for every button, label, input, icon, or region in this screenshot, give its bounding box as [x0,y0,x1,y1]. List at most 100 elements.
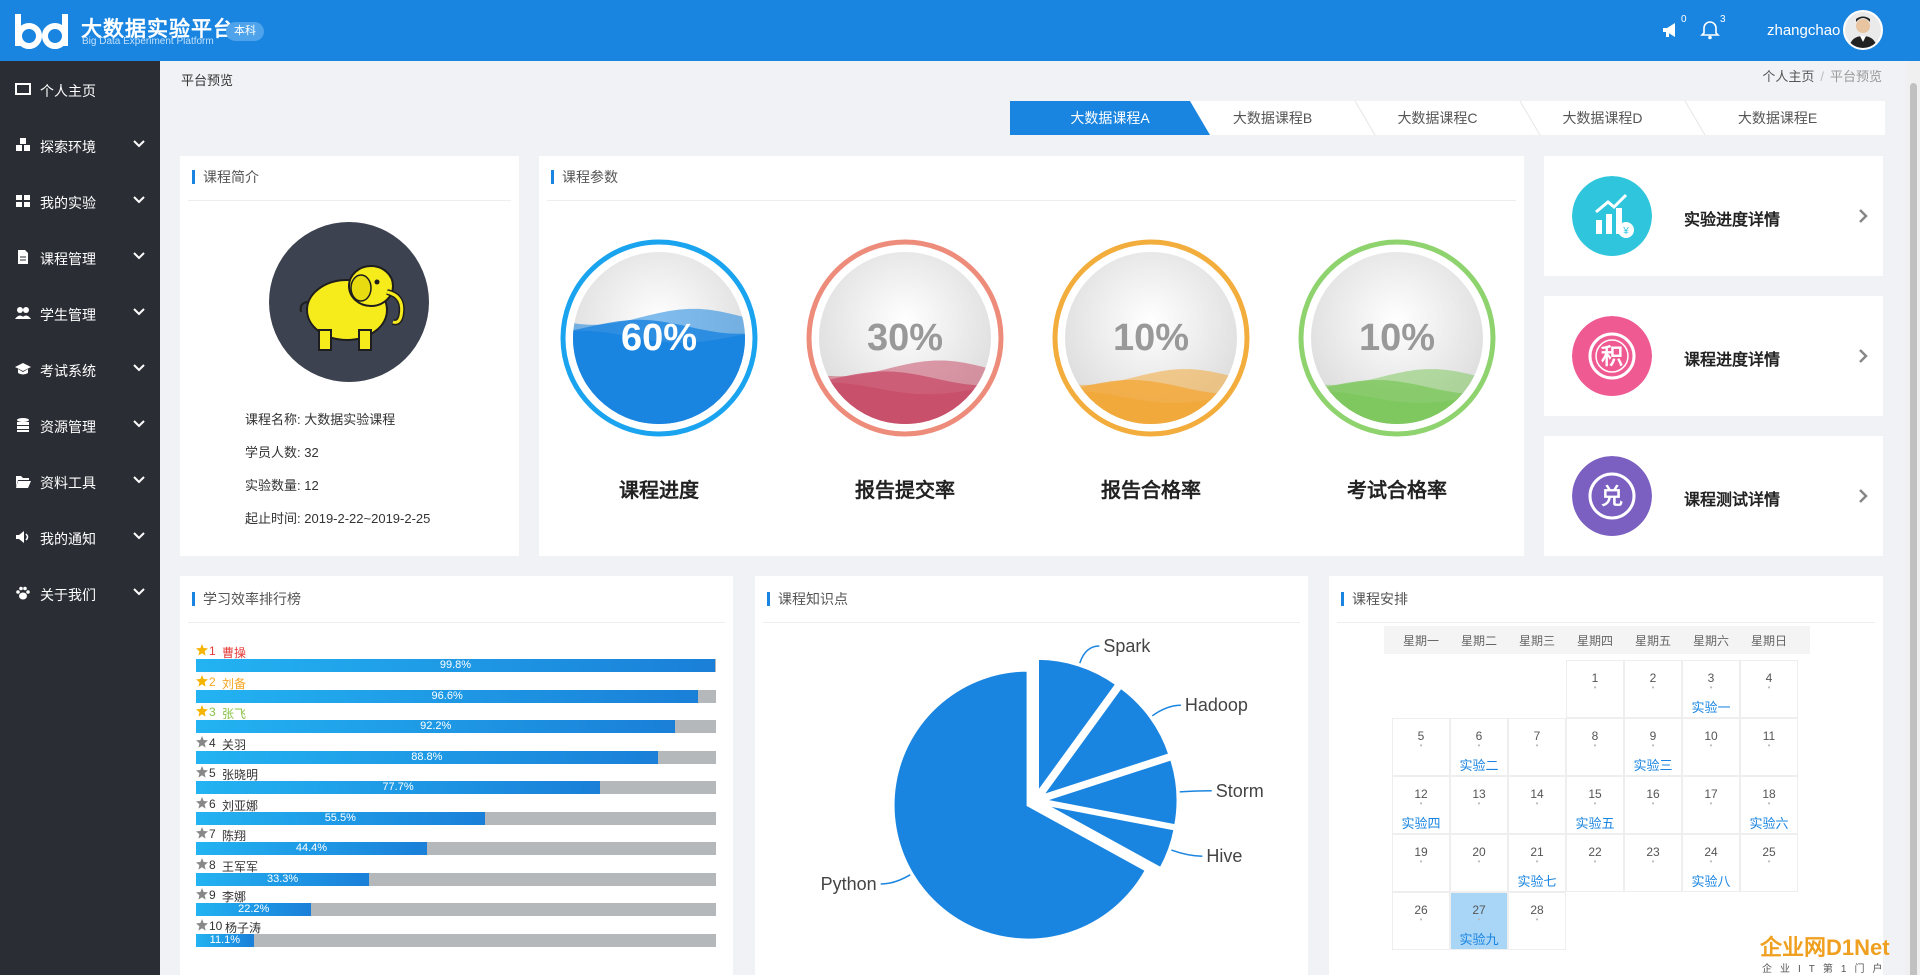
sidebar-item[interactable]: 个人主页 [0,61,160,117]
sidebar-item[interactable]: 探索环境 [0,117,160,173]
tab-course-b[interactable]: 大数据课程B [1185,101,1360,135]
pie-label: Storm [1216,781,1264,801]
tab-course-c[interactable]: 大数据课程C [1350,101,1525,135]
sidebar-item[interactable]: 我的通知 [0,509,160,565]
calendar-day[interactable]: 26 • [1392,892,1450,950]
calendar-day[interactable]: 13 • [1450,776,1508,834]
calendar-day[interactable]: 2 • [1624,660,1682,718]
detail-card[interactable]: ¥ 实验进度详情 [1544,156,1883,276]
pie-label-line [1171,849,1203,857]
course-tabs: 大数据课程A 大数据课程B 大数据课程C 大数据课程D 大数据课程E [1010,101,1885,135]
sidebar-item[interactable]: 我的实验 [0,173,160,229]
sidebar-item[interactable]: 关于我们 [0,565,160,621]
tab-course-d[interactable]: 大数据课程D [1515,101,1690,135]
calendar-day[interactable]: 18 • 实验六 [1740,776,1798,834]
day-dot: • [1651,683,1655,692]
ranking-row: 1 曹操 99.8% [180,644,733,674]
day-event[interactable]: 实验七 [1509,871,1565,890]
info-value: 32 [304,445,319,460]
sidebar-item-label: 个人主页 [40,83,96,99]
day-dot: • [1651,857,1655,866]
ranking-number: 4 [209,735,216,750]
tab-course-a[interactable]: 大数据课程A [1010,101,1210,135]
chevron-down-icon [133,140,145,148]
weekday-label: 星期四 [1576,634,1613,648]
calendar-day[interactable]: 17 • [1682,776,1740,834]
sidebar-item[interactable]: 考试系统 [0,341,160,397]
chevron-down-icon [133,196,145,204]
calendar-day[interactable]: 15 • 实验五 [1566,776,1624,834]
info-course-name: 课程名称: 大数据实验课程 [245,409,395,428]
day-dot: • [1593,799,1597,808]
calendar-day[interactable]: 24 • 实验八 [1682,834,1740,892]
sidebar-item[interactable]: 学生管理 [0,285,160,341]
day-dot: • [1709,857,1713,866]
calendar-day[interactable]: 1 • [1566,660,1624,718]
calendar-day[interactable]: 22 • [1566,834,1624,892]
tab-course-e[interactable]: 大数据课程E [1690,101,1865,135]
day-event[interactable]: 实验四 [1393,813,1449,832]
logo-icon[interactable] [12,12,76,50]
breadcrumb-home[interactable]: 个人主页 [1762,69,1814,84]
calendar-day[interactable]: 11 • [1740,718,1798,776]
calendar-day[interactable]: 7 • [1508,718,1566,776]
ranking-percent: 96.6% [431,689,463,702]
calendar-day[interactable]: 19 • [1392,834,1450,892]
info-date-range: 起止时间: 2019-2-22~2019-2-25 [245,508,430,527]
gauge-percent-text: 10% [1359,317,1435,359]
day-event[interactable]: 实验二 [1451,755,1507,774]
calendar-day[interactable]: 12 • 实验四 [1392,776,1450,834]
detail-card[interactable]: 兑 课程测试详情 [1544,436,1883,556]
chevron-down-icon [133,420,145,428]
chevron-down-icon [133,308,145,316]
day-event[interactable]: 实验九 [1451,929,1507,948]
day-event[interactable]: 实验六 [1741,813,1797,832]
calendar-day[interactable]: 10 • [1682,718,1740,776]
announcement-count: 0 [1681,14,1687,25]
username[interactable]: zhangchao [1767,22,1840,39]
sidebar-item[interactable]: 资源管理 [0,397,160,453]
course-intro-card: 课程简介 课程名称: 大数据实验课程 学员人数: 32 实验数量: 12 起止时… [180,156,519,556]
chevron-right-icon [1859,349,1868,363]
ranking-number: 9 [209,888,216,902]
star-icon [196,674,208,687]
gauge-graphic: 10% [1298,239,1496,437]
sidebar-item[interactable]: 课程管理 [0,229,160,285]
avatar[interactable] [1843,10,1883,50]
course-params-card: 课程参数 60% 课程进度 30% 报告提交率 10% 报告合格率 10% 考试合格率 [539,156,1524,556]
day-event[interactable]: 实验五 [1567,813,1623,832]
info-label: 课程名称: [245,412,301,427]
gauge-label: 课程进度 [619,480,699,502]
sidebar-item[interactable]: 资料工具 [0,453,160,509]
calendar-day[interactable]: 6 • 实验二 [1450,718,1508,776]
calendar-day[interactable]: 5 • [1392,718,1450,776]
day-dot: • [1593,741,1597,750]
calendar-day[interactable]: 23 • [1624,834,1682,892]
announcement-icon[interactable] [1661,20,1681,40]
ranking-bar: 92.2% [196,720,716,733]
scroll-thumb[interactable] [1910,83,1917,975]
calendar-day[interactable]: 8 • [1566,718,1624,776]
calendar-day[interactable]: 21 • 实验七 [1508,834,1566,892]
watermark-subtitle: 企业IT第1门户 [1762,964,1891,975]
bell-icon[interactable] [1700,20,1720,40]
day-event[interactable]: 实验三 [1625,755,1681,774]
calendar-day[interactable]: 28 • [1508,892,1566,950]
day-event[interactable]: 实验八 [1683,871,1739,890]
day-event[interactable]: 实验一 [1683,697,1739,716]
calendar-day[interactable]: 20 • [1450,834,1508,892]
calendar-day[interactable]: 3 • 实验一 [1682,660,1740,718]
points-icon: 积 [1572,316,1652,396]
ranking-row: 6 刘亚娜 55.5% [180,796,733,827]
page-scrollbar[interactable] [1906,61,1920,975]
calendar-day[interactable]: 27 • 实验九 [1450,892,1508,950]
calendar-day[interactable]: 16 • [1624,776,1682,834]
ranking-row: 8 王军军 33.3% [180,857,733,888]
calendar-day[interactable]: 4 • [1740,660,1798,718]
gauge-graphic: 10% [1052,239,1250,437]
detail-card[interactable]: 积 课程进度详情 [1544,296,1883,416]
gauge-label: 报告合格率 [1101,480,1201,502]
calendar-day[interactable]: 14 • [1508,776,1566,834]
calendar-day[interactable]: 9 • 实验三 [1624,718,1682,776]
calendar-day[interactable]: 25 • [1740,834,1798,892]
